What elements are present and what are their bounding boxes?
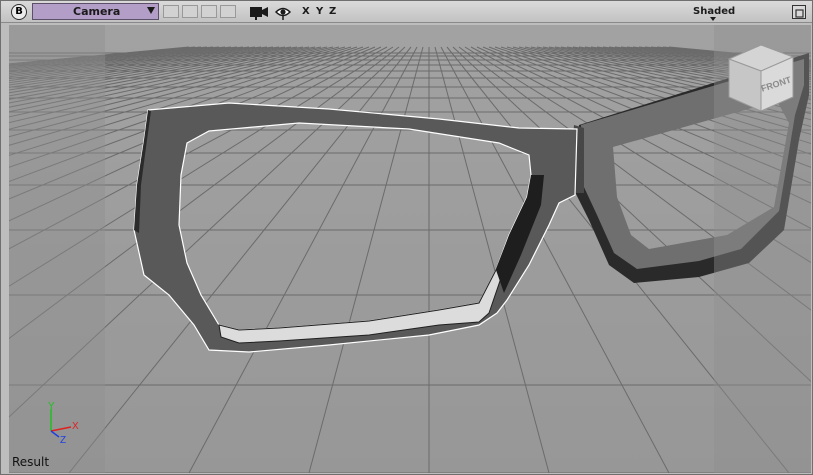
toolbar-slot-3[interactable]: [201, 5, 217, 18]
viewport-toolbar: B Camera X Y Z Shaded: [1, 1, 812, 23]
axis-z-button[interactable]: Z: [329, 5, 336, 22]
axis-z-label: Z: [60, 435, 66, 445]
camera-select-label: Camera: [73, 5, 121, 18]
axis-y-button[interactable]: Y: [316, 5, 323, 22]
toolbar-slot-4[interactable]: [220, 5, 236, 18]
camera-select[interactable]: Camera: [32, 3, 159, 20]
axis-x-button[interactable]: X: [302, 5, 310, 22]
axis-y-label: Y: [48, 401, 55, 412]
viewport-window: B Camera X Y Z Shaded FRONT Y X Z Result: [0, 0, 813, 475]
eye-icon[interactable]: [274, 5, 292, 20]
axis-tripod-icon: Y X Z: [48, 401, 79, 445]
viewport-result-label: Result: [12, 455, 50, 469]
maximize-icon[interactable]: [792, 5, 806, 19]
chevron-down-icon: [147, 7, 155, 14]
view-cube-icon[interactable]: FRONT: [727, 44, 795, 112]
chevron-down-icon: [710, 17, 716, 21]
axis-x-label: X: [72, 421, 79, 432]
camera-icon[interactable]: [249, 5, 269, 20]
3d-viewport[interactable]: FRONT Y X Z Result: [9, 25, 811, 473]
toolbar-slot-2[interactable]: [182, 5, 198, 18]
toolbar-slot-1[interactable]: [163, 5, 179, 18]
viewport-menu-button[interactable]: B: [11, 4, 27, 20]
